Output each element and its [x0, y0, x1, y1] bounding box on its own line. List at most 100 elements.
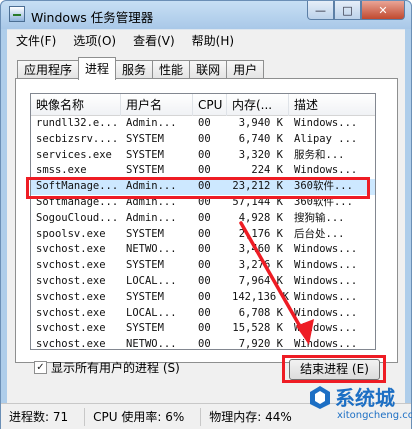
table-row[interactable]: SogouCloud... Admin... 00 4,928 K 搜狗输... — [31, 211, 375, 227]
main-content: 应用程序 进程 服务 性能 联网 用户 映像名称 用户名 CPU 内存(... … — [7, 51, 405, 403]
cell-memory: 3,940 K — [238, 117, 283, 129]
window-title: Windows 任务管理器 — [31, 10, 154, 25]
tab-services[interactable]: 服务 — [115, 60, 154, 79]
cell-cpu: 00 — [198, 274, 211, 287]
site-watermark: 系统城 xitongcheng.com — [307, 382, 412, 428]
process-list[interactable]: 映像名称 用户名 CPU 内存(... 描述 rundll32.e... Admi… — [30, 93, 376, 350]
cell-cpu: 00 — [198, 290, 211, 303]
cell-description: 服务和... — [294, 148, 345, 161]
cell-memory: 4,928 K — [238, 211, 283, 224]
cell-user-name: SYSTEM — [126, 132, 164, 145]
watermark-title: 系统城 — [335, 386, 395, 410]
table-row[interactable]: svchost.exe LOCAL... 00 7,964 K Windows... — [31, 274, 375, 290]
cell-memory: 142,136 K — [232, 290, 289, 303]
show-all-users-label[interactable]: 显示所有用户的进程 (S) — [51, 359, 180, 376]
cell-image-name: svchost.exe — [36, 290, 106, 303]
cell-image-name: services.exe — [36, 148, 112, 161]
tab-processes[interactable]: 进程 — [78, 57, 117, 80]
cell-memory: 7,920 K — [238, 338, 283, 350]
watermark-logo-icon — [310, 386, 330, 409]
table-row[interactable]: svchost.exe SYSTEM 00 15,528 K Windows... — [31, 321, 375, 337]
cell-image-name: SogouCloud... — [36, 211, 119, 224]
highlight-selected-row — [26, 177, 370, 199]
cell-cpu: 00 — [198, 338, 211, 350]
tab-strip: 应用程序 进程 服务 性能 联网 用户 — [17, 57, 265, 80]
cell-memory: 15,528 K — [232, 322, 283, 335]
processes-panel: 映像名称 用户名 CPU 内存(... 描述 rundll32.e... Admi… — [15, 78, 398, 363]
column-user-name[interactable]: 用户名 — [121, 94, 193, 116]
cell-description: Windows... — [294, 117, 358, 129]
cell-description: Windows... — [294, 306, 358, 319]
cell-image-name: svchost.exe — [36, 322, 106, 335]
cell-cpu: 00 — [198, 211, 211, 224]
cell-image-name: svchost.exe — [36, 306, 106, 319]
cell-user-name: SYSTEM — [126, 259, 164, 272]
column-cpu[interactable]: CPU — [193, 94, 227, 116]
cell-user-name: SYSTEM — [126, 148, 164, 161]
menu-help[interactable]: 帮助(H) — [183, 32, 242, 49]
cell-user-name: SYSTEM — [126, 227, 164, 240]
close-button[interactable]: ✕ — [361, 1, 405, 20]
table-row[interactable]: secbizsrv.... SYSTEM 00 6,740 K Alipay ... — [31, 132, 375, 148]
cell-user-name: SYSTEM — [126, 290, 164, 303]
cell-memory: 3,276 K — [238, 259, 283, 272]
cell-user-name: NETWO... — [126, 243, 177, 256]
cell-description: 搜狗输... — [294, 211, 345, 224]
task-manager-icon — [9, 6, 25, 22]
cell-cpu: 00 — [198, 322, 211, 335]
table-row[interactable]: rundll32.e... Admin... 00 3,940 K Windows... — [31, 116, 375, 132]
column-memory[interactable]: 内存(... — [227, 94, 289, 116]
tab-performance[interactable]: 性能 — [152, 60, 191, 79]
tab-networking[interactable]: 联网 — [189, 60, 228, 79]
cell-description: Windows... — [294, 243, 358, 256]
cell-description: Windows... — [294, 274, 358, 287]
status-cpu-usage: CPU 使用率: 6% — [85, 407, 202, 426]
cell-memory: 3,320 K — [238, 148, 283, 161]
table-row[interactable]: svchost.exe LOCAL... 00 6,708 K Windows... — [31, 306, 375, 322]
tab-applications[interactable]: 应用程序 — [17, 60, 80, 79]
cell-description: Windows... — [294, 259, 358, 272]
cell-memory: 3,460 K — [238, 243, 283, 256]
list-header: 映像名称 用户名 CPU 内存(... 描述 — [31, 94, 375, 116]
menu-file[interactable]: 文件(F) — [7, 32, 64, 49]
status-physical-memory: 物理内存: 44% — [209, 409, 292, 424]
menu-bar: 文件(F) 选项(O) 查看(V) 帮助(H) — [7, 29, 405, 51]
show-all-users-checkbox[interactable]: ✓ — [34, 361, 47, 374]
list-rows: rundll32.e... Admin... 00 3,940 K Windows...… — [31, 116, 375, 350]
title-bar[interactable]: Windows 任务管理器 — □ ✕ — [1, 1, 411, 29]
table-row[interactable]: svchost.exe NETWO... 00 7,920 K Windows... — [31, 337, 375, 350]
maximize-button[interactable]: □ — [334, 1, 361, 20]
cell-user-name: Admin... — [126, 117, 177, 129]
cell-user-name: SYSTEM — [126, 322, 164, 335]
cell-image-name: rundll32.e... — [36, 117, 119, 129]
cell-memory: 6,740 K — [238, 132, 283, 145]
table-row[interactable]: svchost.exe NETWO... 00 3,460 K Windows... — [31, 242, 375, 258]
cell-cpu: 00 — [198, 227, 211, 240]
menu-options[interactable]: 选项(O) — [64, 32, 124, 49]
cell-cpu: 00 — [198, 148, 211, 161]
cell-cpu: 00 — [198, 259, 211, 272]
column-image-name[interactable]: 映像名称 — [31, 94, 121, 116]
table-row[interactable]: spoolsv.exe SYSTEM 00 2,176 K 后台处... — [31, 227, 375, 243]
cell-memory: 2,176 K — [238, 227, 283, 240]
tab-users[interactable]: 用户 — [226, 60, 265, 79]
cell-user-name: LOCAL... — [126, 274, 177, 287]
cell-description: Windows... — [294, 322, 358, 335]
cell-cpu: 00 — [198, 306, 211, 319]
table-row[interactable]: svchost.exe SYSTEM 00 142,136 K Windows... — [31, 290, 375, 306]
column-description[interactable]: 描述 — [289, 94, 375, 116]
cell-memory: 7,964 K — [238, 274, 283, 287]
cell-user-name: LOCAL... — [126, 306, 177, 319]
cell-cpu: 00 — [198, 132, 211, 145]
table-row[interactable]: services.exe SYSTEM 00 3,320 K 服务和... — [31, 148, 375, 164]
minimize-button[interactable]: — — [307, 1, 334, 20]
cell-image-name: spoolsv.exe — [36, 227, 106, 240]
menu-view[interactable]: 查看(V) — [124, 32, 183, 49]
watermark-site: xitongcheng.com — [337, 410, 412, 421]
cell-cpu: 00 — [198, 243, 211, 256]
cell-user-name: Admin... — [126, 211, 177, 224]
cell-image-name: svchost.exe — [36, 338, 106, 350]
cell-user-name: NETWO... — [126, 338, 177, 350]
table-row[interactable]: svchost.exe SYSTEM 00 3,276 K Windows... — [31, 258, 375, 274]
cell-memory: 6,708 K — [238, 306, 283, 319]
